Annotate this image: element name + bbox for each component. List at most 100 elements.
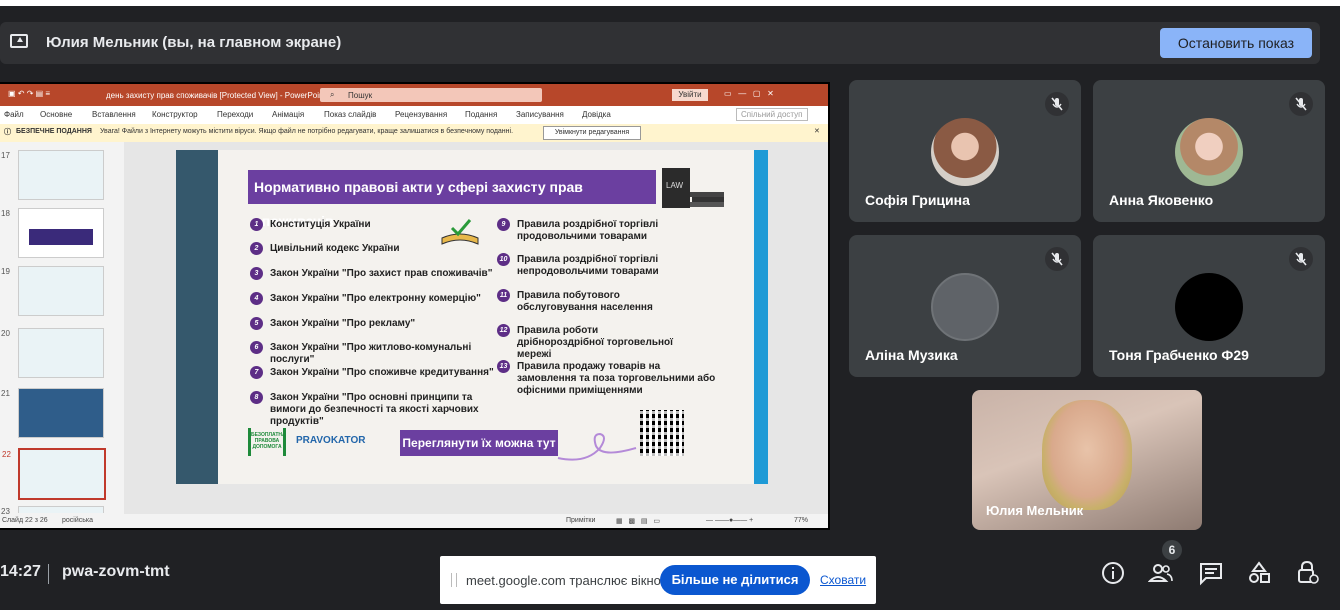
people-icon[interactable] (1147, 560, 1174, 586)
slide-list-item: 7 Закон України "Про споживче кредитуванн… (250, 366, 510, 379)
meeting-code: pwa-zovm-tmt (62, 563, 170, 580)
slide-list-item: 12 Правила роботи дрібнороздрібної торгов… (497, 324, 677, 361)
slide-heading: Нормативно правові акти у сфері захисту … (248, 170, 656, 229)
ppt-tab[interactable]: Показ слайдів (324, 110, 376, 119)
drag-handle[interactable] (451, 573, 457, 587)
host-controls-icon[interactable] (1294, 560, 1320, 586)
participant-name: Аліна Музика (865, 347, 958, 363)
top-strip (0, 0, 1340, 6)
ppt-tab[interactable]: Довідка (582, 110, 611, 119)
info-icon[interactable] (1100, 560, 1126, 586)
slide-list-item: 5 Закон України "Про рекламу" (250, 317, 510, 330)
slide-list-item: 11 Правила побутового обслуговування насе… (497, 289, 687, 314)
ppt-search-box[interactable]: ⌕ Пошук (320, 88, 542, 102)
slide-list-item: 4 Закон України "Про електронну комерцію" (250, 292, 510, 305)
ppt-tab[interactable]: Записування (516, 110, 564, 119)
participant-name: Софія Грицина (865, 192, 970, 208)
ppt-tab[interactable]: Конструктор (152, 110, 198, 119)
activities-icon[interactable] (1246, 560, 1272, 586)
slide-thumbnail[interactable]: 17 (1, 150, 104, 200)
participant-tile[interactable]: Софія Грицина (849, 80, 1081, 222)
pravokator-logo: PRAVOKATOR (296, 435, 366, 446)
slide-thumbnail[interactable]: 20 (1, 328, 104, 378)
avatar (1175, 273, 1243, 341)
avatar (1175, 118, 1243, 186)
slide-list-item: 8 Закон України "Про основні принципи та … (250, 391, 490, 428)
ppt-window-controls: ▭ — ▢ ✕ (724, 89, 774, 98)
slide-thumbnail-selected[interactable]: 22 (2, 448, 106, 500)
ppt-save-icon: ▣ ↶ ↷ ▤ ≡ (8, 89, 51, 98)
close-icon[interactable]: ✕ (814, 127, 820, 135)
protected-view-message: Увага! Файли з Інтернету можуть містити … (100, 128, 514, 135)
slide-thumbnail[interactable]: 19 (1, 266, 104, 316)
presenting-bar: Юлия Мельник (вы, на главном экране) (0, 22, 1320, 64)
avatar (931, 273, 999, 341)
slide-list-item: 9 Правила роздрібної торгівлі продовольчи… (497, 218, 717, 243)
protected-view-bar: ⓘ БЕЗПЕЧНЕ ПОДАННЯ Увага! Файли з Інтерн… (0, 124, 828, 143)
ppt-tab[interactable]: Вставлення (92, 110, 136, 119)
zoom-level: 77% (794, 517, 809, 524)
slide-right-bar (754, 150, 768, 484)
free-legal-aid-logo: БЕЗОПЛАТНА ПРАВОВА ДОПОМОГА (248, 428, 286, 456)
sharing-notification: meet.google.com транслює вікно. Більше н… (440, 556, 876, 604)
sharing-message: meet.google.com транслює вікно. (466, 573, 665, 588)
slide-list-item: 2 Цивільний кодекс України (250, 242, 510, 255)
ppt-status-bar: Слайд 22 з 26 російська Примітки ▦ ▩ ▤ ▭… (0, 514, 828, 528)
screen-share-icon (10, 34, 28, 48)
mic-off-icon (1045, 92, 1069, 116)
slide-list-item: 1 Конституція України (250, 218, 510, 231)
self-video-tile[interactable]: Юлия Мельник (972, 390, 1202, 530)
slide-list-item: 6 Закон України "Про житлово-комунальні п… (250, 341, 510, 366)
mic-off-icon (1289, 92, 1313, 116)
qr-code-overlay (640, 410, 684, 456)
mic-off-icon (1045, 247, 1069, 271)
ppt-tab[interactable]: Подання (465, 110, 497, 119)
chat-icon[interactable] (1198, 560, 1224, 586)
stop-sharing-button[interactable]: Більше не ділитися (660, 565, 810, 595)
slide-thumbnail[interactable]: 21 (1, 388, 104, 438)
slide-counter: Слайд 22 з 26 (2, 517, 48, 524)
ppt-tab[interactable]: Основне (40, 110, 72, 119)
zoom-slider[interactable]: — ——●—— + (706, 517, 753, 524)
protected-view-label: БЕЗПЕЧНЕ ПОДАННЯ (16, 128, 92, 135)
language-indicator: російська (62, 517, 94, 524)
ppt-tab[interactable]: Анімація (272, 110, 304, 119)
ppt-ribbon-tabs: Файл Основне Вставлення Конструктор Пере… (0, 106, 828, 124)
slide-list-item: 10 Правила роздрібної торгівлі непродовол… (497, 253, 677, 278)
slide-thumbnail-pane: 17 18 19 20 21 22 23 (0, 142, 124, 516)
search-icon: ⌕ (330, 90, 335, 99)
ppt-tab[interactable]: Рецензування (395, 110, 447, 119)
slide-list-item: 13 Правила продажу товарів на замовлення … (497, 360, 717, 397)
ppt-window-title: день захисту прав споживачів [Protected … (106, 91, 326, 100)
info-icon: ⓘ (4, 129, 11, 136)
presenting-title: Юлия Мельник (вы, на главном экране) (46, 34, 342, 51)
divider (48, 564, 49, 584)
swirl-arrow-icon (557, 432, 637, 461)
ppt-search-label: Пошук (348, 91, 373, 100)
participant-tile[interactable]: Анна Яковенко (1093, 80, 1325, 222)
participant-tile[interactable]: Аліна Музика (849, 235, 1081, 377)
participant-name: Тоня Грабченко Ф29 (1109, 347, 1249, 363)
enable-editing-button[interactable]: Увімкнути редагування (543, 126, 641, 140)
ppt-share-button[interactable]: Спільний доступ (736, 108, 808, 121)
meeting-time: 14:27 (0, 563, 41, 580)
ppt-tab[interactable]: Переходи (217, 110, 253, 119)
participant-name: Анна Яковенко (1109, 192, 1214, 208)
slide-thumbnail[interactable]: 18 (1, 208, 104, 258)
law-books-icon: LAW (662, 168, 724, 208)
mic-off-icon (1289, 247, 1313, 271)
law-book-label: LAW (666, 181, 683, 190)
self-name: Юлия Мельник (986, 503, 1084, 518)
ppt-tab[interactable]: Файл (4, 110, 24, 119)
notes-button[interactable]: Примітки (566, 517, 595, 524)
people-count-badge: 6 (1162, 540, 1182, 560)
participant-tile[interactable]: Тоня Грабченко Ф29 (1093, 235, 1325, 377)
slide-list-item: 3 Закон України "Про захист прав споживач… (250, 267, 510, 280)
view-buttons-icon[interactable]: ▦ ▩ ▤ ▭ (616, 517, 660, 525)
slide-thumbnail[interactable]: 23 (1, 506, 104, 516)
self-video (1042, 400, 1132, 510)
avatar (931, 118, 999, 186)
hide-link[interactable]: Сховати (820, 573, 866, 587)
ppt-login-button[interactable]: Увійти (672, 89, 708, 101)
stop-presenting-button[interactable]: Остановить показ (1160, 28, 1312, 58)
